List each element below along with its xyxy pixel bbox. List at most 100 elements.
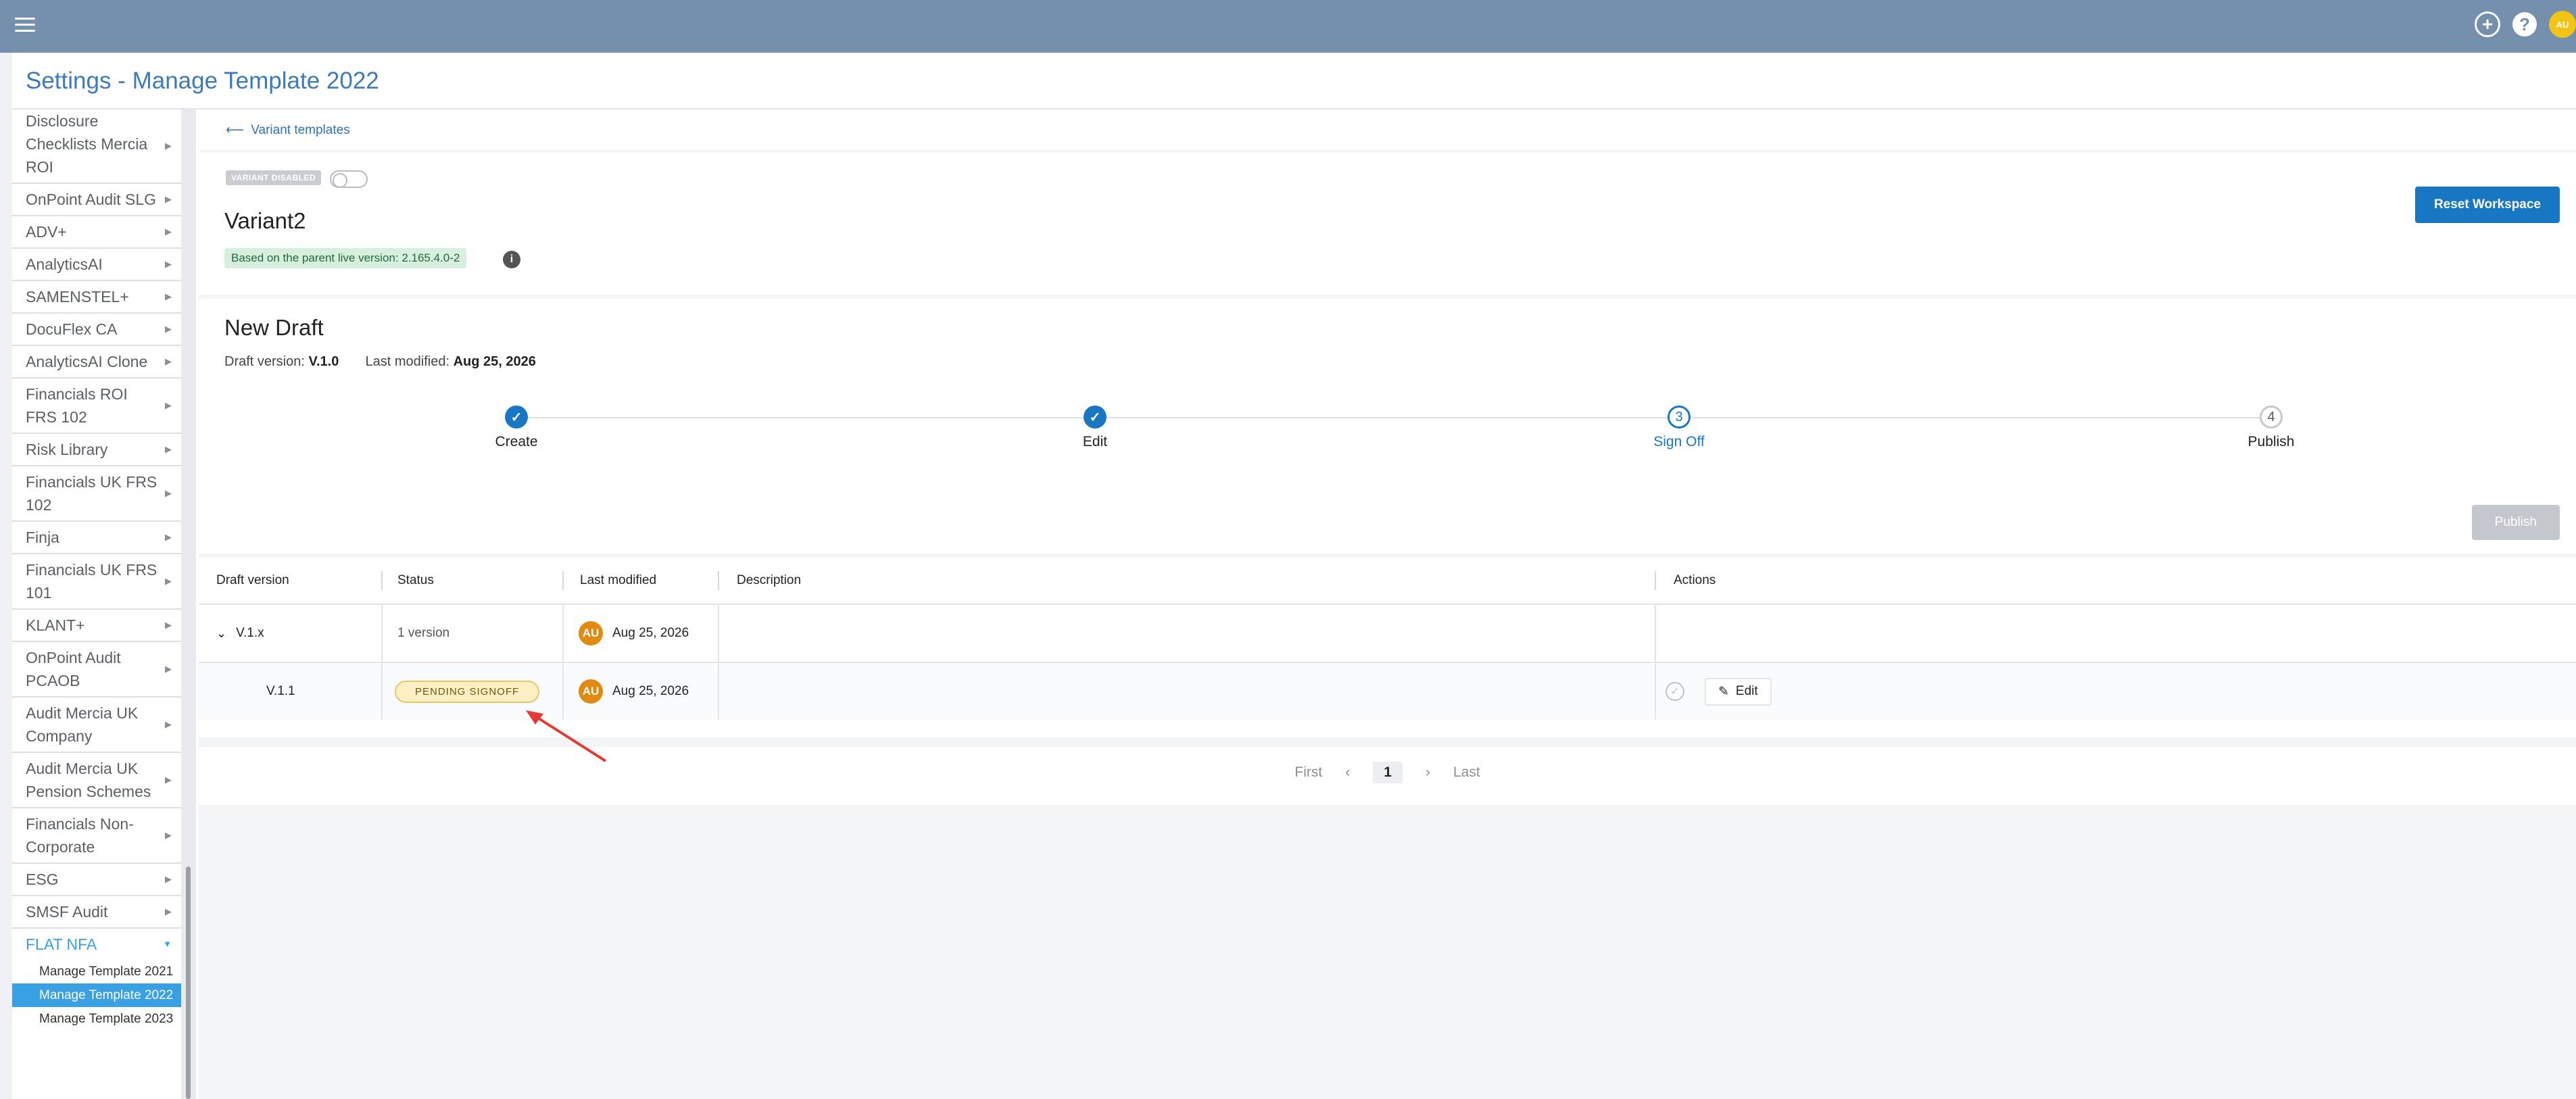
sidebar-item-label: KLANT+ bbox=[26, 616, 85, 634]
variant-toggle[interactable] bbox=[330, 170, 368, 188]
chevron-down-icon[interactable]: ⌄ bbox=[216, 627, 226, 641]
sidebar-item[interactable]: Finja ▶ bbox=[12, 522, 181, 554]
check-icon: ✓ bbox=[1084, 406, 1107, 429]
check-circle-icon[interactable]: ✓ bbox=[1666, 682, 1684, 701]
step-label: Create bbox=[495, 434, 538, 449]
sidebar-item[interactable]: Financials UK FRS 102 ▶ bbox=[12, 466, 181, 522]
step-label: Sign Off bbox=[1653, 434, 1705, 449]
caret-right-icon: ▶ bbox=[165, 141, 172, 151]
column-header[interactable]: Draft version bbox=[216, 558, 289, 604]
back-link[interactable]: ⟵ Variant templates bbox=[226, 122, 350, 138]
sidebar-item[interactable]: AnalyticsAI Clone ▶ bbox=[12, 346, 181, 378]
sidebar-item-label: SAMENSTEL+ bbox=[26, 288, 129, 306]
column-header[interactable]: Last modified bbox=[580, 558, 656, 604]
column-header[interactable]: Actions bbox=[1674, 558, 1716, 604]
sidebar-item-label: ADV+ bbox=[26, 223, 67, 241]
sidebar-subitem[interactable]: Manage Template 2021 bbox=[12, 960, 181, 983]
sidebar-item-label: AnalyticsAI Clone bbox=[26, 353, 148, 370]
chevron-left-icon[interactable]: ‹ bbox=[1345, 764, 1350, 781]
caret-right-icon: ▶ bbox=[165, 291, 172, 301]
sidebar-item[interactable]: Risk Library ▶ bbox=[12, 434, 181, 466]
step-publish: 4 Publish bbox=[2204, 406, 2339, 450]
column-separator bbox=[1655, 571, 1656, 590]
caret-right-icon: ▶ bbox=[165, 830, 172, 840]
last-page-link[interactable]: Last bbox=[1453, 764, 1480, 781]
sidebar-item[interactable]: OnPoint Audit SLG ▶ bbox=[12, 184, 181, 216]
sidebar-item-label: Disclosure Checklists Mercia ROI bbox=[26, 112, 148, 176]
first-page-link[interactable]: First bbox=[1294, 764, 1322, 781]
annotation-arrow bbox=[526, 710, 607, 762]
page-panel: Settings - Manage Template 2022 Disclosu… bbox=[12, 53, 2576, 1099]
sidebar-item[interactable]: Financials ROI FRS 102 ▶ bbox=[12, 378, 181, 434]
based-on-tag: Based on the parent live version: 2.165.… bbox=[224, 248, 467, 268]
sidebar-item[interactable]: Financials UK FRS 101 ▶ bbox=[12, 554, 181, 610]
caret-right-icon: ▶ bbox=[165, 719, 172, 729]
top-bar: + ? AU bbox=[0, 0, 2576, 53]
current-page[interactable]: 1 bbox=[1373, 762, 1403, 783]
sidebar-item-flat-nfa[interactable]: FLAT NFA ▼ bbox=[12, 929, 181, 960]
pencil-icon: ✎ bbox=[1718, 684, 1729, 699]
help-icon[interactable]: ? bbox=[2512, 12, 2537, 36]
draft-version-value: V.1.0 bbox=[308, 354, 339, 369]
caret-right-icon: ▶ bbox=[165, 874, 172, 884]
sidebar-item[interactable]: SAMENSTEL+ ▶ bbox=[12, 281, 181, 314]
breadcrumb: ⟵ Variant templates bbox=[199, 109, 2576, 150]
variant-name: Variant2 bbox=[224, 208, 306, 233]
sidebar-item-label: Financials Non-Corporate bbox=[26, 815, 134, 856]
avatar: AU bbox=[579, 621, 603, 645]
draft-meta: Draft version: V.1.0 Last modified: Aug … bbox=[224, 354, 536, 370]
sidebar-item[interactable]: SMSF Audit ▶ bbox=[12, 896, 181, 929]
step-number: 3 bbox=[1668, 406, 1691, 429]
step-label: Edit bbox=[1082, 434, 1108, 449]
table-row: ⌄ V.1.x 1 version AU Aug 25, 2026 bbox=[199, 604, 2576, 662]
edit-button[interactable]: ✎ Edit bbox=[1705, 677, 1772, 706]
column-separator bbox=[562, 571, 564, 590]
sidebar-item[interactable]: ADV+ ▶ bbox=[12, 216, 181, 249]
caret-right-icon: ▶ bbox=[165, 194, 172, 204]
last-modified-value: Aug 25, 2026 bbox=[453, 354, 536, 369]
draft-version-label: Draft version: bbox=[224, 354, 305, 369]
sidebar-item[interactable]: Financials Non-Corporate ▶ bbox=[12, 808, 181, 864]
publish-button[interactable]: Publish bbox=[2471, 505, 2560, 540]
caret-right-icon: ▶ bbox=[165, 324, 172, 334]
draft-title: New Draft bbox=[224, 315, 324, 340]
sidebar-item-label: OnPoint Audit SLG bbox=[26, 191, 157, 208]
main-content: ⟵ Variant templates VARIANT DISABLED Var… bbox=[199, 109, 2576, 1099]
sidebar-item[interactable]: Disclosure Checklists Mercia ROI ▶ bbox=[12, 109, 181, 184]
caret-right-icon: ▶ bbox=[165, 775, 172, 785]
chevron-right-icon[interactable]: › bbox=[1426, 764, 1430, 781]
last-modified-label: Last modified: bbox=[365, 354, 450, 369]
sidebar-item-label: FLAT NFA bbox=[26, 935, 97, 953]
sidebar-item[interactable]: OnPoint Audit PCAOB ▶ bbox=[12, 642, 181, 698]
sidebar-item[interactable]: ESG ▶ bbox=[12, 864, 181, 896]
caret-right-icon: ▶ bbox=[165, 664, 172, 674]
sidebar-subitem[interactable]: Manage Template 2023 bbox=[12, 1007, 181, 1031]
column-header[interactable]: Status bbox=[397, 558, 434, 604]
actions-cell: ✓ ✎ Edit bbox=[1666, 663, 1772, 720]
modified-cell: AU Aug 25, 2026 bbox=[579, 605, 689, 662]
status-cell: 1 version bbox=[397, 626, 450, 640]
sidebar-item[interactable]: DocuFlex CA ▶ bbox=[12, 314, 181, 346]
caret-right-icon: ▶ bbox=[165, 444, 172, 454]
version-cell[interactable]: ⌄ V.1.x bbox=[216, 605, 264, 662]
caret-down-icon: ▼ bbox=[163, 939, 172, 949]
reset-workspace-button[interactable]: Reset Workspace bbox=[2414, 187, 2560, 223]
sidebar-item[interactable]: Audit Mercia UK Pension Schemes ▶ bbox=[12, 753, 181, 808]
sidebar-item-label: Finja bbox=[26, 529, 59, 546]
sidebar-item[interactable]: KLANT+ ▶ bbox=[12, 610, 181, 642]
hamburger-icon[interactable] bbox=[15, 18, 35, 34]
caret-right-icon: ▶ bbox=[165, 532, 172, 542]
add-icon[interactable]: + bbox=[2475, 11, 2500, 37]
sidebar-subitem-active[interactable]: Manage Template 2022 bbox=[12, 983, 181, 1007]
edit-label: Edit bbox=[1735, 684, 1758, 698]
sidebar-item[interactable]: Audit Mercia UK Company ▶ bbox=[12, 698, 181, 753]
caret-right-icon: ▶ bbox=[165, 226, 172, 237]
sidebar-item[interactable]: AnalyticsAI ▶ bbox=[12, 249, 181, 281]
info-icon[interactable]: i bbox=[503, 251, 520, 268]
column-separator bbox=[718, 571, 719, 590]
caret-right-icon: ▶ bbox=[165, 488, 172, 498]
column-header[interactable]: Description bbox=[737, 558, 801, 604]
user-avatar[interactable]: AU bbox=[2549, 11, 2576, 38]
sidebar-scrollbar[interactable] bbox=[181, 109, 196, 1099]
scrollbar-thumb[interactable] bbox=[186, 866, 191, 1099]
